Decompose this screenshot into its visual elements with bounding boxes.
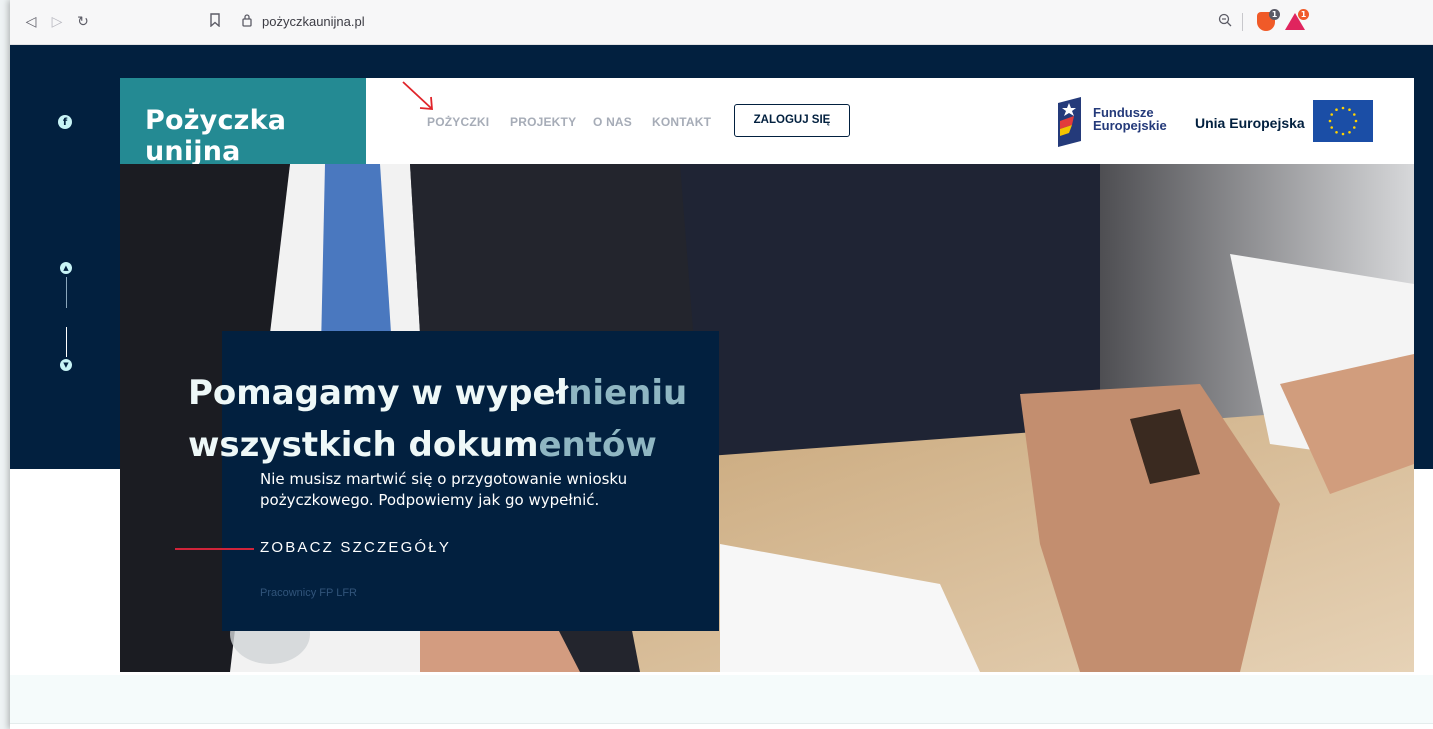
login-button[interactable]: ZALOGUJ SIĘ <box>734 104 850 137</box>
site-logo[interactable]: Pożyczka unijna <box>120 78 366 167</box>
back-icon[interactable]: ◁ <box>22 13 40 31</box>
hero-title-line2-faded: entów <box>538 425 657 465</box>
see-details-link[interactable]: ZOBACZ SZCZEGÓŁY <box>260 539 451 556</box>
facebook-icon[interactable]: f <box>58 115 72 129</box>
browser-window: ◁ ▷ ↻ pożyczkaunijna.pl 1 1 f ▲ ▼ Pożycz… <box>10 0 1433 729</box>
next-section-strip <box>10 675 1433 724</box>
web-page: f ▲ ▼ Pożyczka unijna POŻYCZKI PROJEKTY … <box>10 45 1433 729</box>
cta-accent-line <box>175 548 254 550</box>
address-bar-url[interactable]: pożyczkaunijna.pl <box>262 14 365 29</box>
bookmark-icon[interactable] <box>206 13 224 31</box>
hero-title-line2: wszystkich dokum <box>188 425 539 465</box>
hero-title-line1-faded: nieniu <box>568 373 688 413</box>
brave-shields-badge: 1 <box>1269 9 1280 20</box>
hero-title-line1: Pomagamy w wypeł <box>188 373 569 413</box>
fe-line-2: Europejskie <box>1093 118 1167 133</box>
slide-down-icon[interactable]: ▼ <box>60 359 72 371</box>
eu-flag <box>1313 100 1373 142</box>
fundusze-europejskie-logo <box>1058 97 1081 147</box>
browser-toolbar: ◁ ▷ ↻ pożyczkaunijna.pl 1 1 <box>10 0 1433 45</box>
fundusze-europejskie-text: Fundusze Europejskie <box>1093 106 1167 132</box>
nav-link-o-nas[interactable]: O NAS <box>593 115 632 129</box>
lock-icon <box>238 13 256 31</box>
forward-icon[interactable]: ▷ <box>48 13 66 31</box>
slider-line-top <box>66 277 67 308</box>
toolbar-separator <box>1242 13 1243 31</box>
rewards-alert-badge: 1 <box>1298 9 1309 20</box>
nav-link-projekty[interactable]: PROJEKTY <box>510 115 576 129</box>
nav-link-kontakt[interactable]: KONTAKT <box>652 115 711 129</box>
zoom-out-icon[interactable] <box>1216 13 1234 31</box>
site-header: Pożyczka unijna POŻYCZKI PROJEKTY O NAS … <box>120 78 1414 167</box>
unia-europejska-label: Unia Europejska <box>1195 115 1305 131</box>
reload-icon[interactable]: ↻ <box>74 13 92 31</box>
hero-title: Pomagamy w wypełnieniu wszystkich dokume… <box>188 367 687 471</box>
slider-line-bottom <box>66 327 67 357</box>
logo-text: Pożyczka unijna <box>145 105 287 167</box>
hero-description: Nie musisz martwić się o przygotowanie w… <box>260 470 628 509</box>
photo-caption: Pracownicy FP LFR <box>260 587 357 599</box>
slide-up-icon[interactable]: ▲ <box>60 262 72 274</box>
nav-link-pozyczki[interactable]: POŻYCZKI <box>427 115 489 129</box>
annotation-arrow-icon <box>402 81 433 110</box>
